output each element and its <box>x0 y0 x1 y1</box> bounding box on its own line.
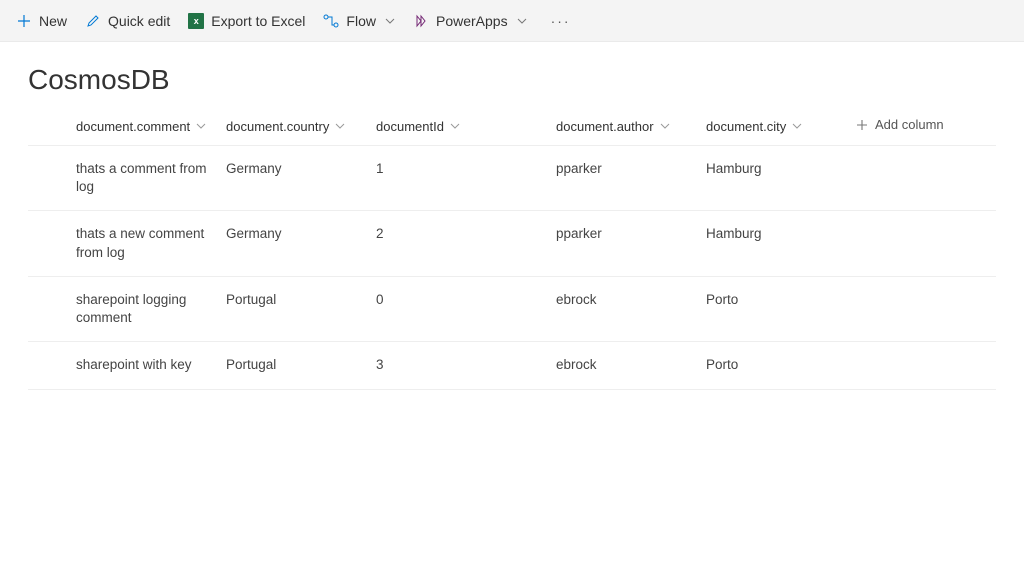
new-label: New <box>39 13 67 29</box>
cell-comment: thats a new comment from log <box>76 225 226 261</box>
column-header-label: document.city <box>706 119 786 134</box>
column-header-author[interactable]: document.author <box>556 119 670 134</box>
export-excel-label: Export to Excel <box>211 13 305 29</box>
table-row[interactable]: sharepoint logging comment Portugal 0 eb… <box>28 277 996 342</box>
flow-label: Flow <box>346 13 376 29</box>
table-row[interactable]: sharepoint with key Portugal 3 ebrock Po… <box>28 342 996 389</box>
cell-comment: sharepoint logging comment <box>76 291 226 327</box>
cell-author: pparker <box>556 160 706 178</box>
add-column-label: Add column <box>875 117 944 132</box>
cell-comment: thats a comment from log <box>76 160 226 196</box>
cell-city: Hamburg <box>706 225 856 243</box>
pencil-icon <box>85 13 101 29</box>
chevron-down-icon <box>450 121 460 131</box>
chevron-down-icon <box>792 121 802 131</box>
command-bar: New Quick edit x Export to Excel Flow Po… <box>0 0 1024 42</box>
flow-button[interactable]: Flow <box>323 13 395 29</box>
column-header-comment[interactable]: document.comment <box>76 119 206 134</box>
plus-icon <box>856 119 868 131</box>
cell-city: Porto <box>706 356 856 374</box>
column-header-row: document.comment document.country docume… <box>28 106 996 146</box>
table-row[interactable]: thats a new comment from log Germany 2 p… <box>28 211 996 276</box>
cell-id: 2 <box>376 225 556 243</box>
chevron-down-icon <box>335 121 345 131</box>
cell-city: Porto <box>706 291 856 309</box>
chevron-down-icon <box>517 16 527 26</box>
cell-country: Germany <box>226 225 376 243</box>
flow-icon <box>323 13 339 29</box>
column-header-label: document.author <box>556 119 654 134</box>
quick-edit-label: Quick edit <box>108 13 170 29</box>
cell-city: Hamburg <box>706 160 856 178</box>
cell-id: 3 <box>376 356 556 374</box>
cell-author: ebrock <box>556 356 706 374</box>
cell-country: Portugal <box>226 291 376 309</box>
add-column-button[interactable]: Add column <box>856 117 944 132</box>
powerapps-label: PowerApps <box>436 13 508 29</box>
column-header-label: documentId <box>376 119 444 134</box>
export-excel-button[interactable]: x Export to Excel <box>188 13 305 29</box>
plus-icon <box>16 13 32 29</box>
quick-edit-button[interactable]: Quick edit <box>85 13 170 29</box>
cell-id: 0 <box>376 291 556 309</box>
cell-comment: sharepoint with key <box>76 356 226 374</box>
list-view: document.comment document.country docume… <box>0 106 1024 390</box>
column-header-label: document.comment <box>76 119 190 134</box>
new-button[interactable]: New <box>16 13 67 29</box>
cell-author: ebrock <box>556 291 706 309</box>
page-title: CosmosDB <box>0 42 1024 106</box>
column-header-city[interactable]: document.city <box>706 119 802 134</box>
chevron-down-icon <box>196 121 206 131</box>
cell-country: Germany <box>226 160 376 178</box>
cell-author: pparker <box>556 225 706 243</box>
cell-country: Portugal <box>226 356 376 374</box>
column-header-id[interactable]: documentId <box>376 119 460 134</box>
chevron-down-icon <box>660 121 670 131</box>
excel-icon: x <box>188 13 204 29</box>
cell-id: 1 <box>376 160 556 178</box>
powerapps-icon <box>413 13 429 29</box>
column-header-country[interactable]: document.country <box>226 119 345 134</box>
powerapps-button[interactable]: PowerApps <box>413 13 527 29</box>
table-row[interactable]: thats a comment from log Germany 1 ppark… <box>28 146 996 211</box>
more-actions-button[interactable]: ··· <box>545 13 577 29</box>
column-header-label: document.country <box>226 119 329 134</box>
chevron-down-icon <box>385 16 395 26</box>
